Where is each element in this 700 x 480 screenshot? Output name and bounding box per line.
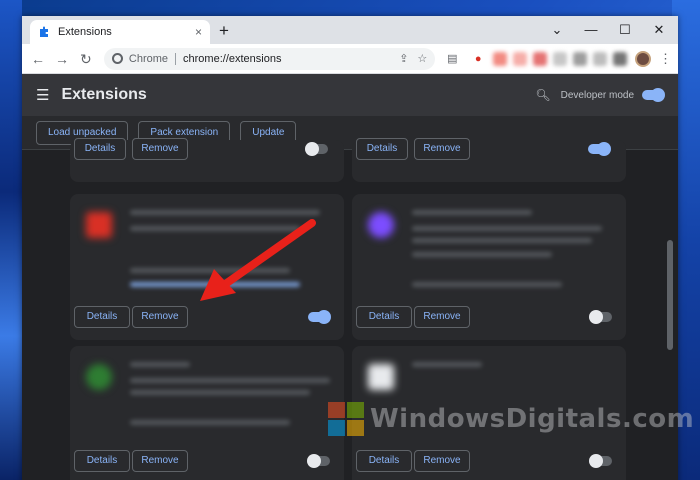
blurred-text	[130, 420, 290, 425]
minimize-button[interactable]: —	[574, 16, 608, 44]
extension-icon[interactable]	[533, 51, 548, 66]
tab-title: Extensions	[58, 26, 112, 38]
tab-strip: Extensions × + ⌄ — ☐ ✕	[22, 16, 678, 44]
maximize-button[interactable]: ☐	[608, 16, 642, 44]
enable-toggle[interactable]	[589, 454, 612, 468]
browser-toolbar: ← → ↻ Chrome chrome://extensions ⇪ ☆ ▤ ●…	[22, 44, 678, 74]
enable-toggle[interactable]	[307, 454, 330, 468]
forward-icon[interactable]: →	[52, 49, 72, 69]
watermark-text: WindowsDigitals.com	[370, 404, 695, 434]
site-label: Chrome	[128, 52, 169, 65]
details-button[interactable]: Details	[74, 306, 130, 328]
enable-toggle[interactable]	[588, 142, 611, 156]
extension-icon[interactable]	[593, 51, 608, 66]
details-button[interactable]: Details	[356, 138, 408, 160]
tab-search-icon[interactable]: ⌄	[540, 16, 574, 44]
page-title: Extensions	[61, 86, 147, 103]
extension-card: Details Remove	[70, 138, 344, 182]
extension-icon[interactable]	[573, 51, 588, 66]
tab-close-icon[interactable]: ×	[195, 25, 202, 39]
details-button[interactable]: Details	[74, 138, 126, 160]
developer-mode-label: Developer mode	[560, 89, 634, 101]
back-icon[interactable]: ←	[28, 49, 48, 69]
enable-toggle[interactable]	[308, 310, 331, 324]
new-tab-button[interactable]: +	[214, 21, 234, 41]
blurred-text	[412, 362, 482, 367]
avatar[interactable]	[635, 50, 651, 67]
bookmark-star-icon[interactable]: ☆	[417, 52, 427, 65]
reload-icon[interactable]: ↻	[76, 49, 96, 69]
extension-icon	[86, 364, 112, 390]
developer-mode-toggle[interactable]	[642, 88, 665, 102]
blurred-text	[130, 378, 330, 383]
blurred-text	[412, 226, 602, 231]
remove-button[interactable]: Remove	[414, 306, 470, 328]
remove-button[interactable]: Remove	[414, 138, 470, 160]
extension-icon[interactable]	[493, 51, 508, 66]
extension-card: Details Remove	[352, 138, 626, 182]
share-icon[interactable]: ⇪	[399, 52, 408, 65]
details-button[interactable]: Details	[356, 450, 412, 472]
tab-extensions[interactable]: Extensions ×	[30, 20, 210, 44]
extension-icon	[368, 212, 394, 238]
url-text: chrome://extensions	[183, 52, 282, 65]
enable-toggle[interactable]	[305, 142, 328, 156]
extensions-header: ☰ Extensions 🔍︎ Developer mode	[22, 74, 678, 116]
close-window-button[interactable]: ✕	[642, 16, 676, 44]
details-button[interactable]: Details	[356, 306, 412, 328]
search-icon[interactable]: 🔍︎	[535, 88, 550, 102]
desktop-wallpaper-left	[0, 0, 22, 480]
blurred-text	[412, 210, 532, 215]
menu-icon[interactable]: ⋮	[659, 51, 672, 67]
blurred-text	[130, 390, 310, 395]
remove-button[interactable]: Remove	[132, 138, 188, 160]
puzzle-icon	[38, 26, 50, 38]
extension-icon	[368, 364, 394, 390]
details-button[interactable]: Details	[74, 450, 130, 472]
chrome-icon	[111, 53, 123, 64]
enable-toggle[interactable]	[589, 310, 612, 324]
address-bar[interactable]: Chrome chrome://extensions ⇪ ☆	[103, 47, 436, 70]
remove-button[interactable]: Remove	[132, 450, 188, 472]
blurred-text	[412, 282, 562, 287]
windows-logo-icon	[328, 402, 364, 436]
blurred-text	[130, 362, 190, 367]
extension-icon[interactable]	[553, 51, 568, 66]
extension-icon[interactable]	[613, 51, 628, 66]
extension-icon	[86, 212, 112, 238]
extension-icon[interactable]	[513, 51, 528, 66]
side-panel-icon[interactable]: ▤	[443, 52, 461, 65]
blurred-text	[412, 252, 552, 257]
remove-button[interactable]: Remove	[132, 306, 188, 328]
blurred-text	[412, 238, 592, 243]
extension-card: Details Remove	[70, 346, 344, 480]
scrollbar-thumb[interactable]	[667, 240, 673, 350]
remove-button[interactable]: Remove	[414, 450, 470, 472]
hamburger-menu-icon[interactable]: ☰	[36, 86, 49, 104]
watermark: WindowsDigitals.com	[328, 402, 694, 436]
red-arrow-annotation	[200, 219, 316, 301]
record-icon[interactable]: ●	[469, 53, 487, 65]
extension-card: Details Remove	[352, 194, 626, 340]
divider	[175, 52, 177, 65]
